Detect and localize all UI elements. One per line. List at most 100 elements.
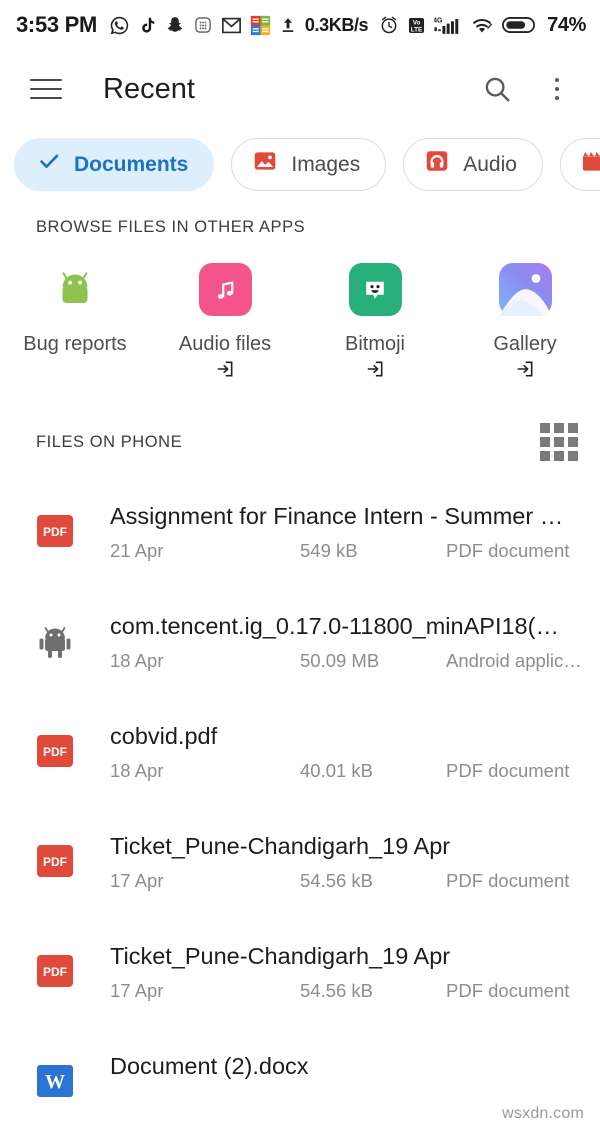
android-apk-icon (36, 622, 74, 660)
snapchat-icon (165, 15, 185, 36)
file-type: PDF document (446, 760, 570, 782)
table-row[interactable]: PDF Assignment for Finance Intern - Summ… (0, 489, 600, 599)
chip-label: Audio (463, 152, 517, 176)
file-subtitle: 17 Apr 54.56 kB PDF document (110, 980, 582, 1002)
file-name: Ticket_Pune-Chandigarh_19 Apr (110, 833, 451, 859)
signal-4g-icon: 4G (434, 15, 462, 36)
files-on-phone-title: FILES ON PHONE (36, 432, 183, 451)
svg-text:W: W (45, 1071, 65, 1093)
browse-apps-title: BROWSE FILES IN OTHER APPS (36, 218, 306, 236)
app-label: Audio files (178, 333, 272, 355)
file-date: 17 Apr (110, 870, 164, 892)
chip-documents[interactable]: Documents (14, 137, 215, 191)
office-icon (250, 15, 271, 36)
status-bar: 3:53 PM 0.3KB/s Vo LTE G 74% (0, 0, 600, 50)
file-subtitle: 18 Apr 40.01 kB PDF document (110, 760, 582, 782)
svg-text:PDF: PDF (43, 855, 67, 869)
file-name: com.tencent.ig_0.17.0-11800_minAPI18(… (110, 613, 559, 639)
file-type: PDF document (446, 540, 570, 562)
app-label: Bitmoji (344, 333, 405, 355)
word-file-icon: W (36, 1062, 74, 1100)
file-meta: cobvid.pdf 18 Apr 40.01 kB PDF document (110, 722, 582, 782)
file-size: 54.56 kB (300, 980, 374, 1002)
search-icon[interactable] (480, 72, 514, 106)
file-type: Android applic… (446, 650, 582, 672)
app-bar-actions (480, 72, 574, 106)
chip-label: Images (291, 152, 361, 176)
file-meta: Ticket_Pune-Chandigarh_19 Apr 17 Apr 54.… (110, 832, 582, 892)
keypad-icon (193, 15, 213, 35)
open-in-new-icon (215, 359, 235, 381)
file-date: 18 Apr (110, 650, 164, 672)
browse-apps-header: BROWSE FILES IN OTHER APPS (0, 218, 600, 237)
upload-icon (279, 15, 297, 35)
browse-apps-row: Bug reports Audio files Bitmoji Gallery (0, 241, 600, 381)
app-item-audio-files[interactable]: Audio files (150, 263, 300, 381)
file-size: 40.01 kB (300, 760, 374, 782)
file-meta: com.tencent.ig_0.17.0-11800_minAPI18(… 1… (110, 612, 582, 672)
files-on-phone-header: FILES ON PHONE (0, 423, 600, 461)
svg-text:PDF: PDF (43, 745, 67, 759)
check-icon (37, 149, 61, 179)
bitmoji-smiley-icon (348, 263, 402, 316)
status-clock: 3:53 PM (16, 12, 98, 37)
chip-video[interactable]: Vi (559, 137, 600, 191)
filter-chips: Documents Images Audio Vi (0, 128, 600, 200)
file-meta: Assignment for Finance Intern - Summer …… (110, 502, 582, 562)
chip-images[interactable]: Images (231, 137, 387, 191)
grid-view-icon[interactable] (540, 423, 578, 461)
file-list: PDF Assignment for Finance Intern - Summ… (0, 489, 600, 1133)
table-row[interactable]: PDF Ticket_Pune-Chandigarh_19 Apr 17 Apr… (0, 819, 600, 929)
app-label: Gallery (493, 333, 557, 355)
pdf-file-icon: PDF (36, 732, 74, 770)
open-in-new-icon (515, 359, 535, 381)
image-icon (252, 148, 278, 180)
music-note-icon (198, 263, 252, 316)
tiktok-icon (138, 15, 157, 36)
file-subtitle: 18 Apr 50.09 MB Android applic… (110, 650, 582, 672)
table-row[interactable]: com.tencent.ig_0.17.0-11800_minAPI18(… 1… (0, 599, 600, 709)
svg-text:4G: 4G (434, 17, 443, 24)
app-item-bug-reports[interactable]: Bug reports (0, 263, 150, 381)
chip-label: Documents (74, 152, 189, 176)
more-vertical-icon[interactable] (540, 72, 574, 106)
pdf-file-icon: PDF (36, 842, 74, 880)
file-name: cobvid.pdf (110, 723, 218, 749)
battery-icon (502, 15, 536, 35)
file-size: 50.09 MB (300, 650, 380, 672)
chip-audio[interactable]: Audio (403, 137, 543, 191)
network-speed: 0.3KB/s (304, 14, 369, 35)
pdf-file-icon: PDF (36, 512, 74, 550)
wifi-icon (470, 15, 494, 35)
watermark: wsxdn.com (502, 1105, 584, 1122)
file-date: 21 Apr (110, 540, 164, 562)
phone-screen: 3:53 PM 0.3KB/s Vo LTE G 74% Recent Docu… (0, 0, 600, 1133)
gallery-photo-icon (498, 263, 552, 316)
table-row[interactable]: PDF cobvid.pdf 18 Apr 40.01 kB PDF docum… (0, 709, 600, 819)
svg-text:PDF: PDF (43, 525, 67, 539)
table-row[interactable]: PDF Ticket_Pune-Chandigarh_19 Apr 17 Apr… (0, 929, 600, 1039)
video-clapper-icon (581, 149, 600, 179)
file-subtitle: 21 Apr 549 kB PDF document (110, 540, 582, 562)
pdf-file-icon: PDF (36, 952, 74, 990)
hamburger-menu-icon[interactable] (30, 72, 62, 106)
app-item-gallery[interactable]: Gallery (450, 263, 600, 381)
svg-text:LTE: LTE (411, 26, 422, 33)
file-type: PDF document (446, 870, 570, 892)
app-item-bitmoji[interactable]: Bitmoji (300, 263, 450, 381)
file-meta: Document (2).docx (110, 1052, 582, 1090)
file-type: PDF document (446, 980, 570, 1002)
android-robot-icon (49, 263, 102, 316)
headphones-icon (424, 148, 450, 180)
file-name: Assignment for Finance Intern - Summer … (110, 503, 564, 529)
app-bar: Recent (0, 50, 600, 128)
page-title: Recent (103, 72, 195, 105)
file-meta: Ticket_Pune-Chandigarh_19 Apr 17 Apr 54.… (110, 942, 582, 1002)
gmail-icon (221, 16, 242, 35)
open-in-new-icon (365, 359, 385, 381)
file-date: 18 Apr (110, 760, 164, 782)
file-size: 549 kB (300, 540, 358, 562)
file-date: 17 Apr (110, 980, 164, 1002)
alarm-icon (379, 15, 399, 35)
file-name: Document (2).docx (110, 1053, 309, 1079)
